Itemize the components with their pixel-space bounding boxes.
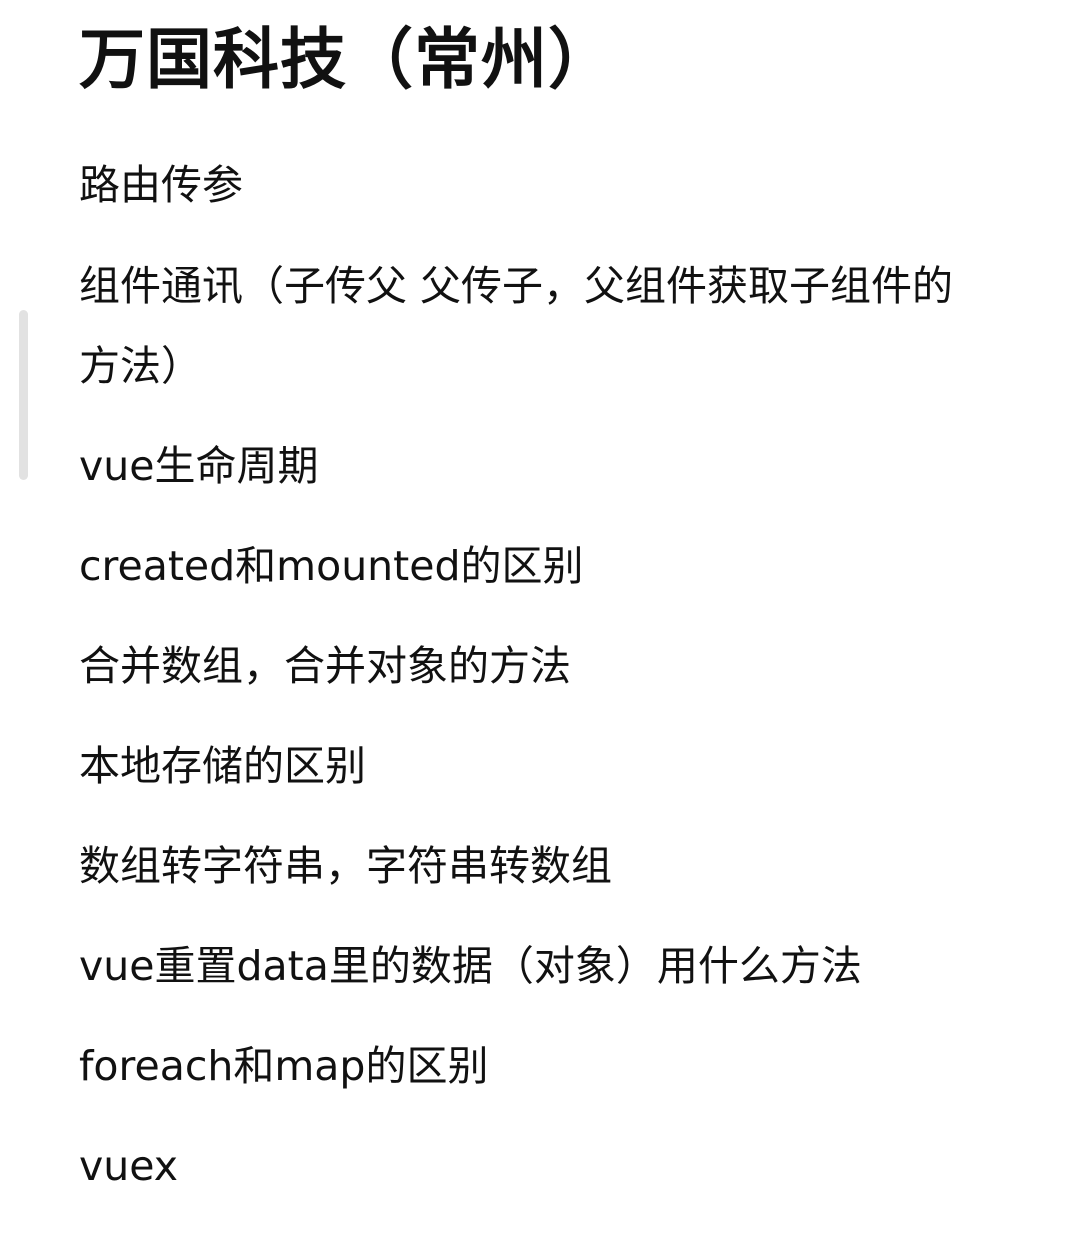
list-item: 数组转字符串，字符串转数组 [79, 842, 612, 890]
list-item: vue重置data里的数据（对象）用什么方法 [79, 942, 862, 990]
list-item: created和mounted的区别 [79, 542, 584, 590]
list-item: foreach和map的区别 [79, 1042, 489, 1090]
list-item: 路由传参 [79, 161, 243, 209]
list-item: vuex [79, 1142, 179, 1190]
list-item: 合并数组，合并对象的方法 [79, 642, 571, 690]
scroll-indicator[interactable] [19, 310, 28, 480]
list-item: 组件通讯（子传父 父传子，父组件获取子组件的方法） [79, 262, 954, 390]
list-item: vue生命周期 [79, 442, 319, 490]
list-item: 本地存储的区别 [79, 742, 366, 790]
document-title: 万国科技（常州） [79, 21, 615, 98]
